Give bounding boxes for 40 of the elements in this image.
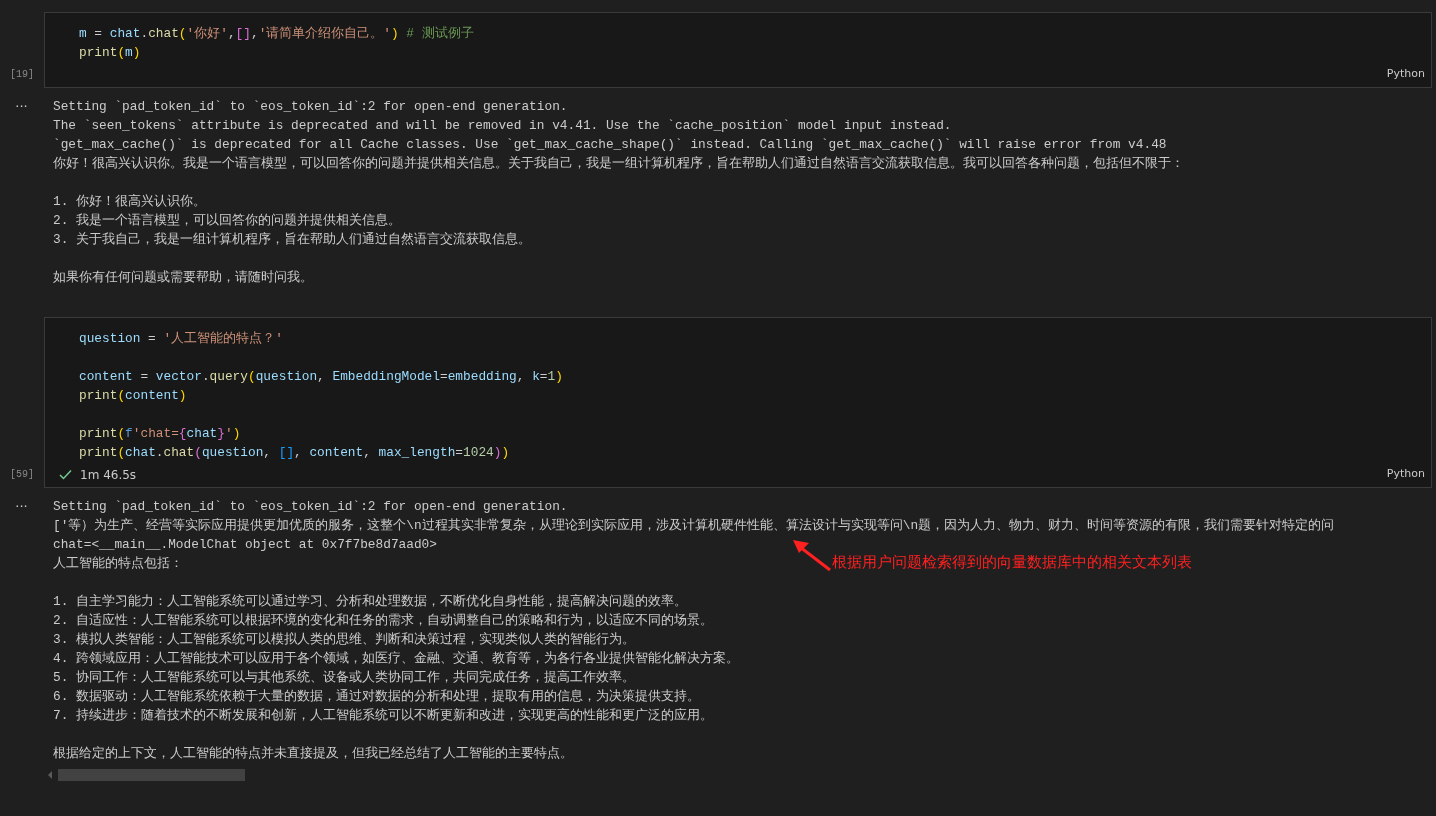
output-menu-button[interactable]: ··· [15,499,28,514]
arrow-icon [792,538,832,572]
code-line: m = chat.chat('你好',[],'请简单介绍你自己。') # 测试例子 [79,25,475,43]
output-line: 3. 模拟人类智能：人工智能系统可以模拟人类的思维、判断和决策过程，实现类似人类的智能行为。 [53,631,636,649]
scrollbar-thumb[interactable] [58,769,245,781]
language-label[interactable]: Python [1386,466,1425,483]
output-line: 2. 我是一个语言模型，可以回答你的问题并提供相关信息。 [53,212,402,230]
output-line: 2. 自适应性：人工智能系统可以根据环境的变化和任务的需求，自动调整自己的策略和行为，以适应不同的场景。 [53,612,714,630]
code-cell[interactable]: question = '人工智能的特点？' content = vector.query(question, EmbeddingModel=embedding, k=1) print(content) print(f'chat={chat}') print(chat.chat(question, [], content, max_length=1024)) 1m 46.5s Python [44,317,1432,488]
code-line: content = vector.query(question, EmbeddingModel=embedding, k=1) [79,368,564,386]
code-line: print(chat.chat(question, [], content, max_length=1024)) [79,444,511,462]
output-line: 5. 协同工作：人工智能系统可以与其他系统、设备或人类协同工作，共同完成任务，提高工作效率。 [53,669,636,687]
output-line: 你好！很高兴认识你。我是一个语言模型，可以回答你的问题并提供相关信息。关于我自己，我是一组计算机程序，旨在帮助人们通过自然语言交流获取信息。我可以回答各种问题，包括但不限于： [53,155,1184,173]
execution-count: [19] [10,68,34,82]
output-line: 1. 你好！很高兴认识你。 [53,193,207,211]
code-line: print(m) [79,44,142,62]
output-line: `get_max_cache()` is deprecated for all Cache classes. Use `get_max_cache_shape()` instead. Calling `get_max_cache()` will raise error from v4.48 [53,136,1167,154]
output-line: The `seen_tokens` attribute is deprecated and will be removed in v4.41. Use the `cache_position` model input instead. [53,117,952,135]
output-line: 如果你有任何问题或需要帮助，请随时问我。 [53,269,313,287]
output-line: Setting `pad_token_id` to `eos_token_id`:2 for open-end generation. [53,498,568,516]
execution-count: [59] [10,468,34,482]
output-menu-button[interactable]: ··· [15,99,28,114]
output-line: 1. 自主学习能力：人工智能系统可以通过学习、分析和处理数据，不断优化自身性能，提高解决问题的效率。 [53,593,688,611]
output-line: 7. 持续进步：随着技术的不断发展和创新，人工智能系统可以不断更新和改进，实现更高的性能和更广泛的应用。 [53,707,714,725]
code-line: print(content) [79,387,188,405]
output-line: 4. 跨领域应用：人工智能技术可以应用于各个领域，如医疗、金融、交通、教育等，为各行各业提供智能化解决方案。 [53,650,740,668]
code-line: print(f'chat={chat}') [79,425,242,443]
output-line: 6. 数据驱动：人工智能系统依赖于大量的数据，通过对数据的分析和处理，提取有用的信息，为决策提供支持。 [53,688,701,706]
output-line: 3. 关于我自己，我是一组计算机程序，旨在帮助人们通过自然语言交流获取信息。 [53,231,532,249]
language-label[interactable]: Python [1386,66,1425,83]
annotation-text: 根据用户问题检索得到的向量数据库中的相关文本列表 [832,553,1192,572]
output-line: 人工智能的特点包括： [53,555,183,573]
output-line: 根据给定的上下文，人工智能的特点并未直接提及，但我已经总结了人工智能的主要特点。 [53,745,573,763]
output-line: Setting `pad_token_id` to `eos_token_id`:2 for open-end generation. [53,98,568,116]
scroll-left-icon [48,771,52,779]
code-cell[interactable]: m = chat.chat('你好',[],'请简单介绍你自己。') # 测试例子 print(m) Python [44,12,1432,88]
code-line: question = '人工智能的特点？' [79,330,284,348]
execution-time: 1m 46.5s [80,466,137,484]
output-line: ['等）为生产、经营等实际应用提供更加优质的服务，这整个\n过程其实非常复杂，从理论到实际应用，涉及计算机硬件性能、算法设计与实现等问\n题，因为人力、物力、财力、时间等资源的有限，我们需要针对特定的问 [53,517,1335,535]
output-line: chat=<__main__.ModelChat object at 0x7f7be8d7aad0> [53,536,437,554]
